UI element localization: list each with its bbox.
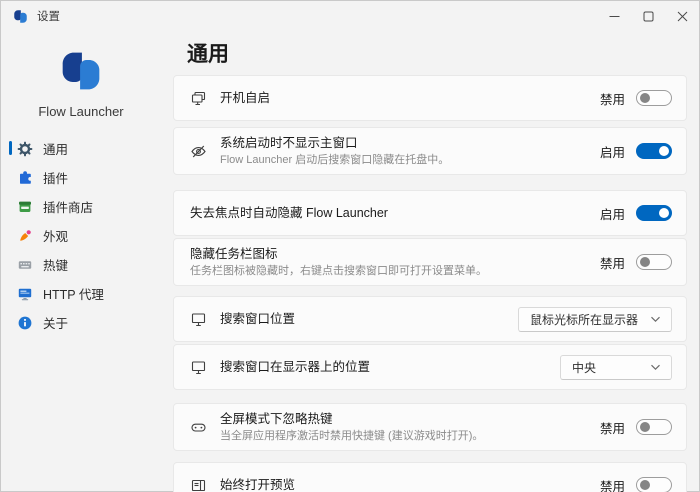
selected-indicator xyxy=(9,141,12,155)
sidebar-item-hotkeys[interactable]: 热键 xyxy=(1,250,161,279)
setting-row-start-on-boot: 开机自启 禁用 xyxy=(173,75,687,121)
sidebar-item-label: 外观 xyxy=(43,230,69,244)
gear-icon xyxy=(16,140,33,157)
puzzle-icon xyxy=(16,169,33,186)
sidebar-item-label: 通用 xyxy=(43,143,69,157)
toggle-state-label: 启用 xyxy=(599,207,625,222)
close-button[interactable] xyxy=(665,1,699,31)
toggle-switch[interactable] xyxy=(636,254,672,270)
toggle-state-label: 禁用 xyxy=(599,92,625,107)
setting-title: 开机自启 xyxy=(220,90,271,105)
toggle-state-label: 禁用 xyxy=(599,256,625,271)
brand-name: Flow Launcher xyxy=(38,104,124,119)
toggle-knob xyxy=(640,93,650,103)
maximize-icon xyxy=(643,11,653,21)
chevron-down-icon xyxy=(651,316,660,322)
sidebar-item-appearance[interactable]: 外观 xyxy=(1,221,161,250)
monitor-icon xyxy=(190,359,207,376)
setting-row-always-preview: 始终打开预览 禁用 xyxy=(173,462,687,492)
sidebar-item-general[interactable]: 通用 xyxy=(1,134,161,163)
network-icon xyxy=(16,285,33,302)
setting-title: 搜索窗口在显示器上的位置 xyxy=(220,359,371,374)
toggle-knob xyxy=(640,480,650,490)
setting-row-hide-on-startup: 系统启动时不显示主窗口 Flow Launcher 启动后搜索窗口隐藏在托盘中。… xyxy=(173,127,687,175)
store-icon xyxy=(16,198,33,215)
setting-title: 全屏模式下忽略热键 xyxy=(220,412,333,426)
setting-row-search-window-screen: 搜索窗口位置 鼠标光标所在显示器 xyxy=(173,296,687,342)
content: 通用 开机自启 禁用 系统启动时不显示主窗口 Flow Launcher 启动后… xyxy=(161,31,699,492)
toggle-switch[interactable] xyxy=(636,477,672,492)
sidebar-item-http-proxy[interactable]: HTTP 代理 xyxy=(1,279,161,308)
toggle-knob xyxy=(659,146,669,156)
maximize-button[interactable] xyxy=(631,1,665,31)
setting-subtitle: Flow Launcher 启动后搜索窗口隐藏在托盘中。 xyxy=(220,154,450,166)
eye-off-icon xyxy=(190,143,207,160)
info-icon xyxy=(16,314,33,331)
minimize-button[interactable] xyxy=(597,1,631,31)
setting-title: 失去焦点时自动隐藏 Flow Launcher xyxy=(190,205,388,220)
toggle-knob xyxy=(640,422,650,432)
keyboard-icon xyxy=(16,256,33,273)
startup-icon xyxy=(190,90,207,107)
toggle-state-label: 禁用 xyxy=(599,421,625,436)
flow-launcher-logo xyxy=(59,49,103,98)
sidebar-nav: 通用 插件 插件商店 外观 热键 HTTP 代理 关于 xyxy=(1,134,161,337)
settings-list: 开机自启 禁用 系统启动时不显示主窗口 Flow Launcher 启动后搜索窗… xyxy=(173,75,687,492)
setting-subtitle: 当全屏应用程序激活时禁用快捷键 (建议游戏时打开)。 xyxy=(220,430,484,442)
toggle-state-label: 启用 xyxy=(599,145,625,160)
chevron-down-icon xyxy=(651,364,660,370)
dropdown-value: 中央 xyxy=(572,360,597,375)
sidebar-item-label: 插件 xyxy=(43,172,69,186)
setting-row-hide-when-lose-focus: 失去焦点时自动隐藏 Flow Launcher 启用 xyxy=(173,190,687,236)
setting-title: 系统启动时不显示主窗口 xyxy=(220,136,358,150)
sidebar: Flow Launcher 通用 插件 插件商店 外观 热键 HTTP 代理 关… xyxy=(1,31,161,491)
setting-subtitle: 任务栏图标被隐藏时，右键点击搜索窗口即可打开设置菜单。 xyxy=(190,265,487,277)
sidebar-item-plugin-store[interactable]: 插件商店 xyxy=(1,192,161,221)
setting-row-search-window-align: 搜索窗口在显示器上的位置 中央 xyxy=(173,344,687,390)
brand: Flow Launcher xyxy=(1,49,161,119)
sidebar-item-about[interactable]: 关于 xyxy=(1,308,161,337)
setting-row-hide-taskbar-icon: 隐藏任务栏图标 任务栏图标被隐藏时，右键点击搜索窗口即可打开设置菜单。 禁用 xyxy=(173,238,687,286)
toggle-switch[interactable] xyxy=(636,143,672,159)
search-window-align-dropdown[interactable]: 中央 xyxy=(560,354,672,380)
page-title: 通用 xyxy=(187,43,229,66)
settings-window: 设置 Flow Launcher 通用 插件 插件商店 外观 热键 HTTP 代… xyxy=(0,0,700,492)
toggle-switch[interactable] xyxy=(636,419,672,435)
dropdown-value: 鼠标光标所在显示器 xyxy=(530,312,639,327)
flow-launcher-logo-small xyxy=(13,9,28,24)
sidebar-item-plugins[interactable]: 插件 xyxy=(1,163,161,192)
setting-title: 隐藏任务栏图标 xyxy=(190,247,278,261)
preview-icon xyxy=(190,477,207,492)
sidebar-item-label: HTTP 代理 xyxy=(43,288,104,302)
toggle-switch[interactable] xyxy=(636,205,672,221)
window-title: 设置 xyxy=(37,11,60,23)
brush-icon xyxy=(16,227,33,244)
toggle-state-label: 禁用 xyxy=(599,479,625,492)
gamepad-icon xyxy=(190,419,207,436)
close-icon xyxy=(677,11,687,21)
monitor-icon xyxy=(190,311,207,328)
sidebar-item-label: 关于 xyxy=(43,317,69,331)
sidebar-item-label: 插件商店 xyxy=(43,201,94,215)
setting-title: 始终打开预览 xyxy=(220,477,296,492)
sidebar-item-label: 热键 xyxy=(43,259,69,273)
toggle-knob xyxy=(659,208,669,218)
setting-row-ignore-hotkeys-fullscreen: 全屏模式下忽略热键 当全屏应用程序激活时禁用快捷键 (建议游戏时打开)。 禁用 xyxy=(173,403,687,451)
search-window-screen-dropdown[interactable]: 鼠标光标所在显示器 xyxy=(518,306,672,332)
setting-title: 搜索窗口位置 xyxy=(220,311,296,326)
titlebar: 设置 xyxy=(1,1,699,31)
toggle-knob xyxy=(640,257,650,267)
minimize-icon xyxy=(609,15,619,17)
toggle-switch[interactable] xyxy=(636,90,672,106)
